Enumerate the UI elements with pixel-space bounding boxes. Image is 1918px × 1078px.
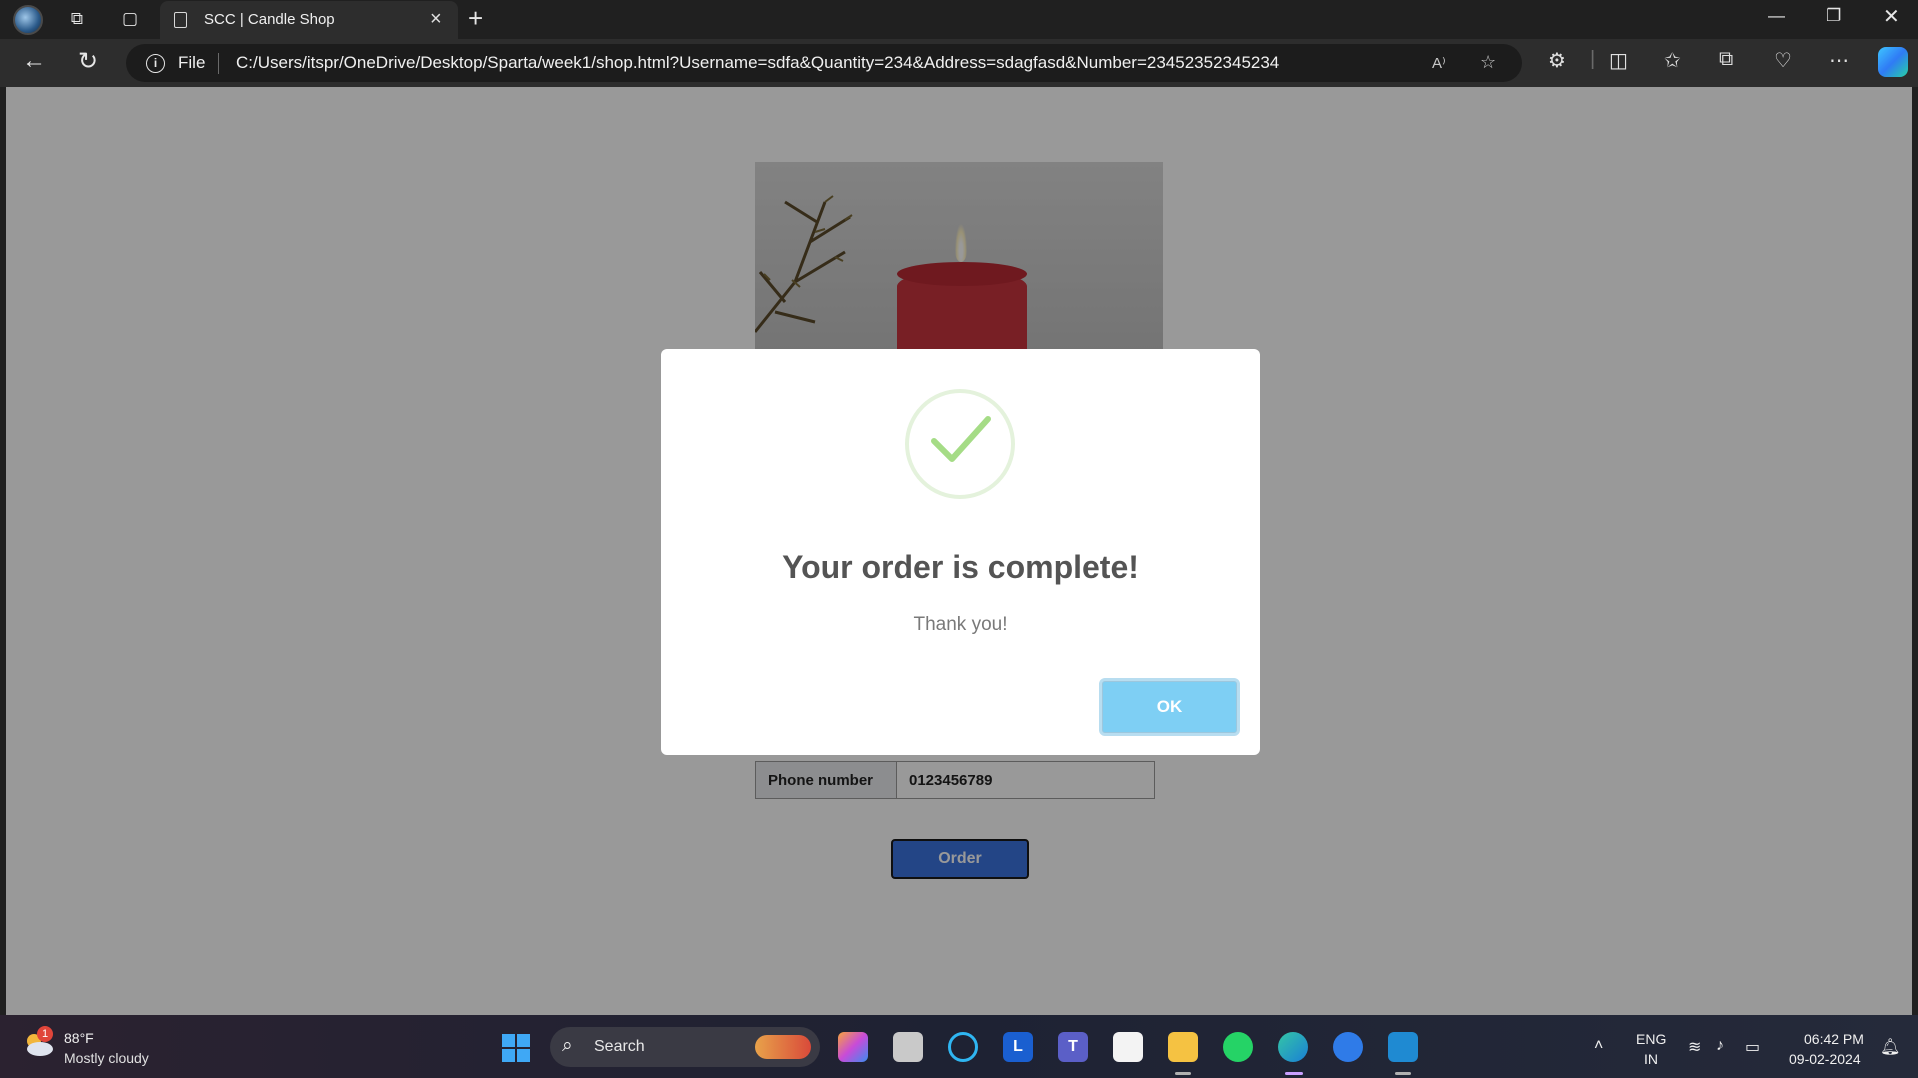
taskbar-search[interactable]: ⌕ Search bbox=[550, 1027, 820, 1067]
weather-description[interactable]: Mostly cloudy bbox=[64, 1050, 149, 1066]
sync-app-icon[interactable] bbox=[1333, 1032, 1363, 1062]
edge-icon[interactable] bbox=[1278, 1032, 1308, 1062]
back-icon[interactable]: ← bbox=[22, 47, 46, 75]
teams-icon[interactable]: T bbox=[1058, 1032, 1088, 1062]
restore-icon[interactable]: ❐ bbox=[1826, 6, 1841, 26]
success-circle bbox=[905, 389, 1015, 499]
search-label: Search bbox=[594, 1038, 645, 1055]
more-options-icon[interactable]: ⋯ bbox=[1829, 48, 1849, 73]
language-indicator[interactable]: ENG bbox=[1636, 1031, 1666, 1047]
weather-notification-badge: 1 bbox=[37, 1026, 53, 1042]
browser-essentials-icon[interactable]: ♡ bbox=[1774, 48, 1792, 73]
vscode-running-indicator bbox=[1395, 1072, 1411, 1075]
extensions-icon[interactable]: ⚙ bbox=[1548, 48, 1566, 73]
tab-candle-shop[interactable]: SCC | Candle Shop × bbox=[160, 1, 458, 39]
favorite-star-icon[interactable]: ☆ bbox=[1480, 52, 1496, 73]
search-icon: ⌕ bbox=[562, 1035, 573, 1056]
browser-toolbar: ← ↻ i File C:/Users/itspr/OneDrive/Deskt… bbox=[0, 39, 1918, 87]
dialog-title: Your order is complete! bbox=[782, 549, 1139, 585]
url-text[interactable]: C:/Users/itspr/OneDrive/Desktop/Sparta/w… bbox=[236, 53, 1279, 73]
refresh-icon[interactable]: ↻ bbox=[78, 47, 98, 76]
address-bar[interactable]: i File C:/Users/itspr/OneDrive/Desktop/S… bbox=[126, 44, 1522, 82]
copilot-icon[interactable] bbox=[1878, 47, 1908, 77]
minimize-icon[interactable]: — bbox=[1768, 6, 1785, 26]
read-aloud-icon[interactable]: A⁾ bbox=[1432, 54, 1446, 72]
split-screen-icon[interactable]: ◫ bbox=[1609, 48, 1628, 73]
collections-icon[interactable]: ⧉ bbox=[1719, 48, 1733, 71]
taskbar: 1 88°F Mostly cloudy ⌕ Search L T ˄ ENG … bbox=[0, 1015, 1918, 1078]
vscode-icon[interactable] bbox=[1388, 1032, 1418, 1062]
browser-title-bar: ⧉ ▢ SCC | Candle Shop × + — ❐ ✕ bbox=[0, 0, 1918, 39]
toolbar-divider: | bbox=[1590, 48, 1596, 70]
favorites-icon[interactable]: ✩ bbox=[1664, 48, 1681, 73]
copilot-preview-icon[interactable] bbox=[838, 1032, 868, 1062]
cortana-icon[interactable] bbox=[948, 1032, 978, 1062]
page-viewport: Phone number Order Your order is complet… bbox=[6, 87, 1912, 1015]
clock-date[interactable]: 09-02-2024 bbox=[1789, 1051, 1861, 1067]
new-tab-button[interactable]: + bbox=[468, 3, 483, 34]
task-view-icon[interactable] bbox=[893, 1032, 923, 1062]
l-app-icon[interactable]: L bbox=[1003, 1032, 1033, 1062]
volume-icon[interactable]: ♪ bbox=[1716, 1037, 1724, 1055]
search-highlight-image bbox=[755, 1035, 811, 1059]
site-info-icon[interactable]: i bbox=[146, 54, 165, 73]
checkmark-icon bbox=[931, 416, 991, 462]
wifi-icon[interactable]: ≋ bbox=[1688, 1037, 1701, 1057]
tab-close-icon[interactable]: × bbox=[430, 8, 442, 31]
notification-bell-icon[interactable]: 🔔︎ bbox=[1880, 1037, 1900, 1057]
tab-title: SCC | Candle Shop bbox=[204, 11, 335, 28]
microsoft-store-icon[interactable] bbox=[1113, 1032, 1143, 1062]
battery-icon[interactable]: ▭ bbox=[1745, 1037, 1760, 1057]
whatsapp-icon[interactable] bbox=[1223, 1032, 1253, 1062]
vertical-tabs-icon[interactable]: ▢ bbox=[115, 4, 145, 34]
file-label: File bbox=[178, 53, 206, 72]
edge-active-indicator bbox=[1285, 1072, 1303, 1075]
clock-time[interactable]: 06:42 PM bbox=[1804, 1031, 1864, 1047]
ok-button[interactable]: OK bbox=[1099, 678, 1240, 736]
document-icon bbox=[174, 12, 187, 28]
weather-temperature[interactable]: 88°F bbox=[64, 1030, 94, 1046]
dialog-message: Thank you! bbox=[913, 614, 1008, 635]
url-separator bbox=[218, 53, 219, 74]
workspaces-icon[interactable]: ⧉ bbox=[62, 4, 92, 34]
region-indicator[interactable]: IN bbox=[1644, 1051, 1658, 1067]
order-complete-dialog: Your order is complete! Thank you! OK bbox=[661, 349, 1260, 755]
file-explorer-icon[interactable] bbox=[1168, 1032, 1198, 1062]
close-window-icon[interactable]: ✕ bbox=[1883, 4, 1900, 29]
show-hidden-icons-icon[interactable]: ˄ bbox=[1594, 1037, 1603, 1055]
profile-avatar-icon[interactable] bbox=[13, 5, 43, 35]
file-explorer-running-indicator bbox=[1175, 1072, 1191, 1075]
start-button-icon[interactable] bbox=[502, 1034, 530, 1062]
